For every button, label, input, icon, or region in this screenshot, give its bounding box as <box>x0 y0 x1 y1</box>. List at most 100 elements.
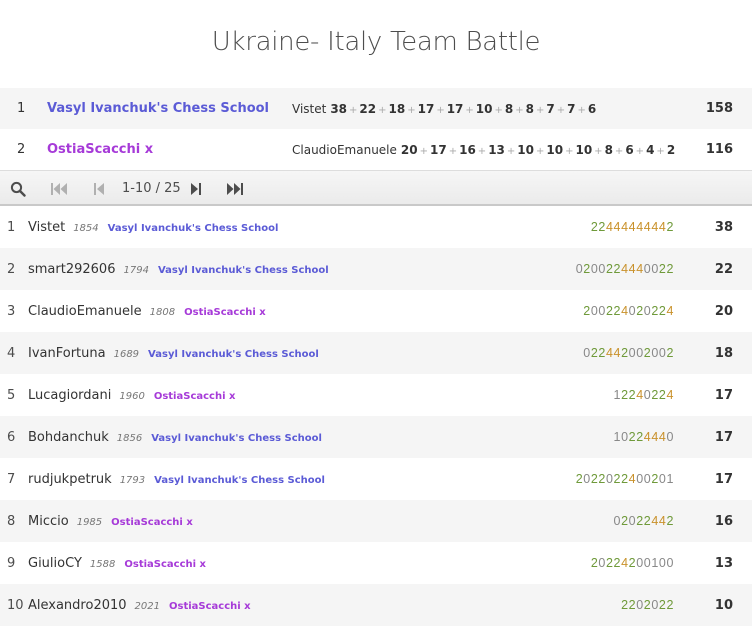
player-row: 7 rudjukpetruk 1793 Vasyl Ivanchuk's Chess … <box>0 458 752 500</box>
score-sheet: 022442002002 <box>583 346 674 360</box>
sheet-digit: 2 <box>666 220 674 234</box>
sheet-digit: 1 <box>666 472 674 486</box>
leader-point: 7 <box>567 101 576 116</box>
prev-page-icon[interactable] <box>90 180 108 198</box>
sheet-digit: 4 <box>613 220 622 234</box>
leader-point: 6 <box>587 101 597 116</box>
plus-sign: + <box>378 104 387 116</box>
player-team-link[interactable]: OstiaScacchi x <box>124 559 206 570</box>
player-rating: 1689 <box>113 348 140 360</box>
sheet-digit: 2 <box>613 262 622 276</box>
player-name-link[interactable]: Lucagiordani <box>28 388 111 403</box>
player-name-link[interactable]: IvanFortuna <box>28 346 106 361</box>
next-page-icon[interactable] <box>187 180 205 198</box>
player-team-link[interactable]: Vasyl Ivanchuk's Chess School <box>108 223 279 234</box>
leader-point: 6 <box>625 142 634 157</box>
plus-sign: + <box>614 145 624 157</box>
sheet-digit: 0 <box>636 472 644 486</box>
player-info: smart292606 1794 Vasyl Ivanchuk's Chess Sc… <box>28 262 329 277</box>
sheet-digit: 4 <box>651 220 659 234</box>
player-name-link[interactable]: smart292606 <box>28 262 115 277</box>
team-standings: 1 Vasyl Ivanchuk's Chess School Vistet 38… <box>0 88 752 170</box>
sheet-digit: 4 <box>613 346 622 360</box>
sheet-digit: 4 <box>621 304 629 318</box>
sheet-digit: 0 <box>598 304 606 318</box>
plus-sign: + <box>577 104 586 116</box>
score-sheet: 200224020224 <box>583 304 674 318</box>
player-info: GiulioCY 1588 OstiaScacchi x <box>28 556 206 571</box>
leader-point: 4 <box>646 142 655 157</box>
leader-point: 17 <box>430 142 447 157</box>
player-rank: 9 <box>7 555 16 571</box>
player-team-link[interactable]: OstiaScacchi x <box>169 601 251 612</box>
score-sheet: 02022442 <box>614 514 675 528</box>
plus-sign: + <box>436 104 445 116</box>
leader-point: 22 <box>359 101 377 116</box>
plus-sign: + <box>506 145 516 157</box>
player-name-link[interactable]: rudjukpetruk <box>28 472 112 487</box>
plus-sign: + <box>594 145 603 157</box>
leader-point: 10 <box>546 142 564 157</box>
plus-sign: + <box>419 145 428 157</box>
first-page-icon[interactable] <box>50 180 68 198</box>
player-team-link[interactable]: Vasyl Ivanchuk's Chess School <box>151 433 322 444</box>
leader-point: 18 <box>388 101 406 116</box>
sheet-digit: 0 <box>598 556 606 570</box>
team-name-link[interactable]: Vasyl Ivanchuk's Chess School <box>47 101 269 116</box>
score-sheet: 0200224440022 <box>576 262 674 276</box>
team-row: 1 Vasyl Ivanchuk's Chess School Vistet 38… <box>0 88 752 129</box>
player-score: 22 <box>714 261 733 277</box>
player-team-link[interactable]: OstiaScacchi x <box>154 391 236 402</box>
player-team-link[interactable]: Vasyl Ivanchuk's Chess School <box>154 475 325 486</box>
player-score: 17 <box>714 387 733 403</box>
player-name-link[interactable]: Bohdanchuk <box>28 430 109 445</box>
team-row: 2 OstiaScacchi x ClaudioEmanuele 20 +17 +16… <box>0 129 752 170</box>
sheet-digit: 0 <box>651 598 659 612</box>
player-name-link[interactable]: ClaudioEmanuele <box>28 304 142 319</box>
player-team-link[interactable]: OstiaScacchi x <box>184 307 266 318</box>
player-row: 8 Miccio 1985 OstiaScacchi x 02022442 16 <box>0 500 752 542</box>
plus-sign: + <box>349 104 358 116</box>
score-sheet: 2202022 <box>621 598 674 612</box>
sheet-digit: 4 <box>621 220 629 234</box>
player-info: Vistet 1854 Vasyl Ivanchuk's Chess School <box>28 220 278 235</box>
sheet-digit: 4 <box>605 346 614 360</box>
player-rank: 6 <box>7 429 16 445</box>
sheet-digit: 2 <box>651 304 659 318</box>
player-score: 17 <box>714 471 733 487</box>
player-name-link[interactable]: GiulioCY <box>28 556 82 571</box>
player-score: 13 <box>714 555 733 571</box>
last-page-icon[interactable] <box>226 180 244 198</box>
player-name-link[interactable]: Vistet <box>28 220 65 235</box>
plus-sign: + <box>494 104 503 116</box>
sheet-digit: 0 <box>583 346 591 360</box>
sheet-digit: 4 <box>605 220 614 234</box>
player-rating: 1793 <box>119 474 146 486</box>
sheet-digit: 2 <box>613 472 622 486</box>
search-icon[interactable] <box>9 180 27 198</box>
leader-point: 38 <box>330 101 348 116</box>
player-info: rudjukpetruk 1793 Vasyl Ivanchuk's Chess S… <box>28 472 325 487</box>
player-row: 5 Lucagiordani 1960 OstiaScacchi x 12240224 1… <box>0 374 752 416</box>
sheet-digit: 0 <box>666 430 674 444</box>
team-leader-name: Vistet <box>292 101 327 116</box>
score-sheet: 2022022400201 <box>576 472 674 486</box>
sheet-digit: 2 <box>636 304 644 318</box>
plus-sign: + <box>565 145 574 157</box>
player-row: 9 GiulioCY 1588 OstiaScacchi x 20224200100 13 <box>0 542 752 584</box>
player-team-link[interactable]: OstiaScacchi x <box>111 517 193 528</box>
team-leader-name: ClaudioEmanuele <box>292 142 397 157</box>
team-rank: 1 <box>17 101 26 116</box>
sheet-digit: 2 <box>605 262 614 276</box>
player-team-link[interactable]: Vasyl Ivanchuk's Chess School <box>158 265 329 276</box>
team-name-link[interactable]: OstiaScacchi x <box>47 142 153 157</box>
leader-point: 10 <box>575 142 593 157</box>
plus-sign: + <box>635 145 645 157</box>
player-score: 38 <box>714 219 733 235</box>
sheet-digit: 2 <box>636 430 644 444</box>
player-name-link[interactable]: Miccio <box>28 514 69 529</box>
player-rating: 1854 <box>73 222 99 234</box>
sheet-digit: 2 <box>605 304 614 318</box>
player-name-link[interactable]: Alexandro2010 <box>28 598 127 613</box>
player-team-link[interactable]: Vasyl Ivanchuk's Chess School <box>148 349 319 360</box>
